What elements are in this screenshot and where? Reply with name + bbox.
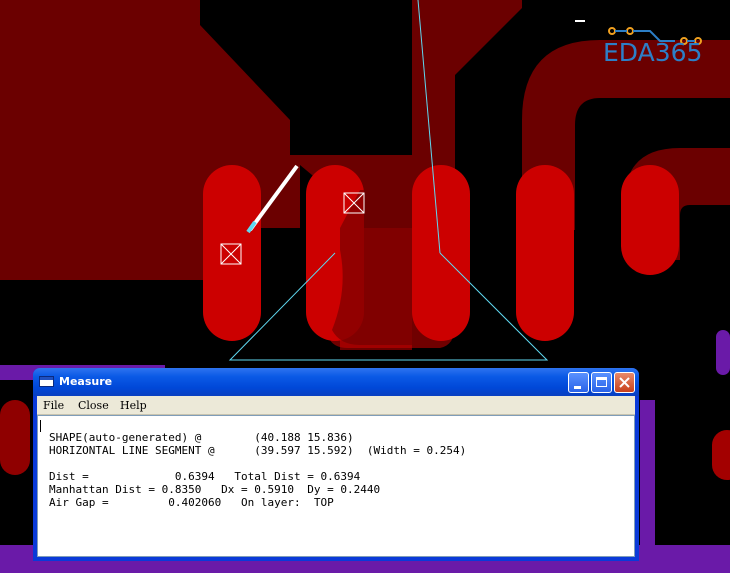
title-bar[interactable]: Measure <box>33 368 639 396</box>
cursor-dash <box>575 20 585 22</box>
output-line-segment: HORIZONTAL LINE SEGMENT @ (39.597 15.592… <box>49 444 467 457</box>
minimize-button[interactable] <box>568 372 589 393</box>
menu-close[interactable]: Close <box>78 399 109 412</box>
menu-help[interactable]: Help <box>120 399 147 412</box>
window-title: Measure <box>59 375 113 388</box>
output-line-airgap: Air Gap = 0.402060 On layer: TOP <box>49 496 334 509</box>
lower-layer-pad-right <box>716 330 730 375</box>
logo-text: EDA365 <box>603 38 703 67</box>
window-icon[interactable] <box>39 376 54 387</box>
output-line-dist: Dist = 0.6394 Total Dist = 0.6394 <box>49 470 361 483</box>
pad-lower-left <box>0 400 30 475</box>
measure-window[interactable]: Measure File Close Help SHAPE(auto-gener… <box>33 368 639 561</box>
maximize-button[interactable] <box>591 372 612 393</box>
pad-5[interactable] <box>621 165 679 275</box>
menu-bar: File Close Help <box>37 396 635 415</box>
pad-1-extension <box>203 228 261 280</box>
pad-4[interactable] <box>516 165 574 341</box>
output-line-manhattan: Manhattan Dist = 0.8350 Dx = 0.5910 Dy =… <box>49 483 381 496</box>
output-line-shape: SHAPE(auto-generated) @ (40.188 15.836) <box>49 431 354 444</box>
pad-lower-right <box>712 430 730 480</box>
close-icon <box>619 377 630 388</box>
close-button[interactable] <box>614 372 635 393</box>
text-caret <box>40 420 41 432</box>
lower-layer-right <box>640 400 655 545</box>
measure-output[interactable]: SHAPE(auto-generated) @ (40.188 15.836) … <box>37 415 635 557</box>
menu-file[interactable]: File <box>43 399 64 412</box>
